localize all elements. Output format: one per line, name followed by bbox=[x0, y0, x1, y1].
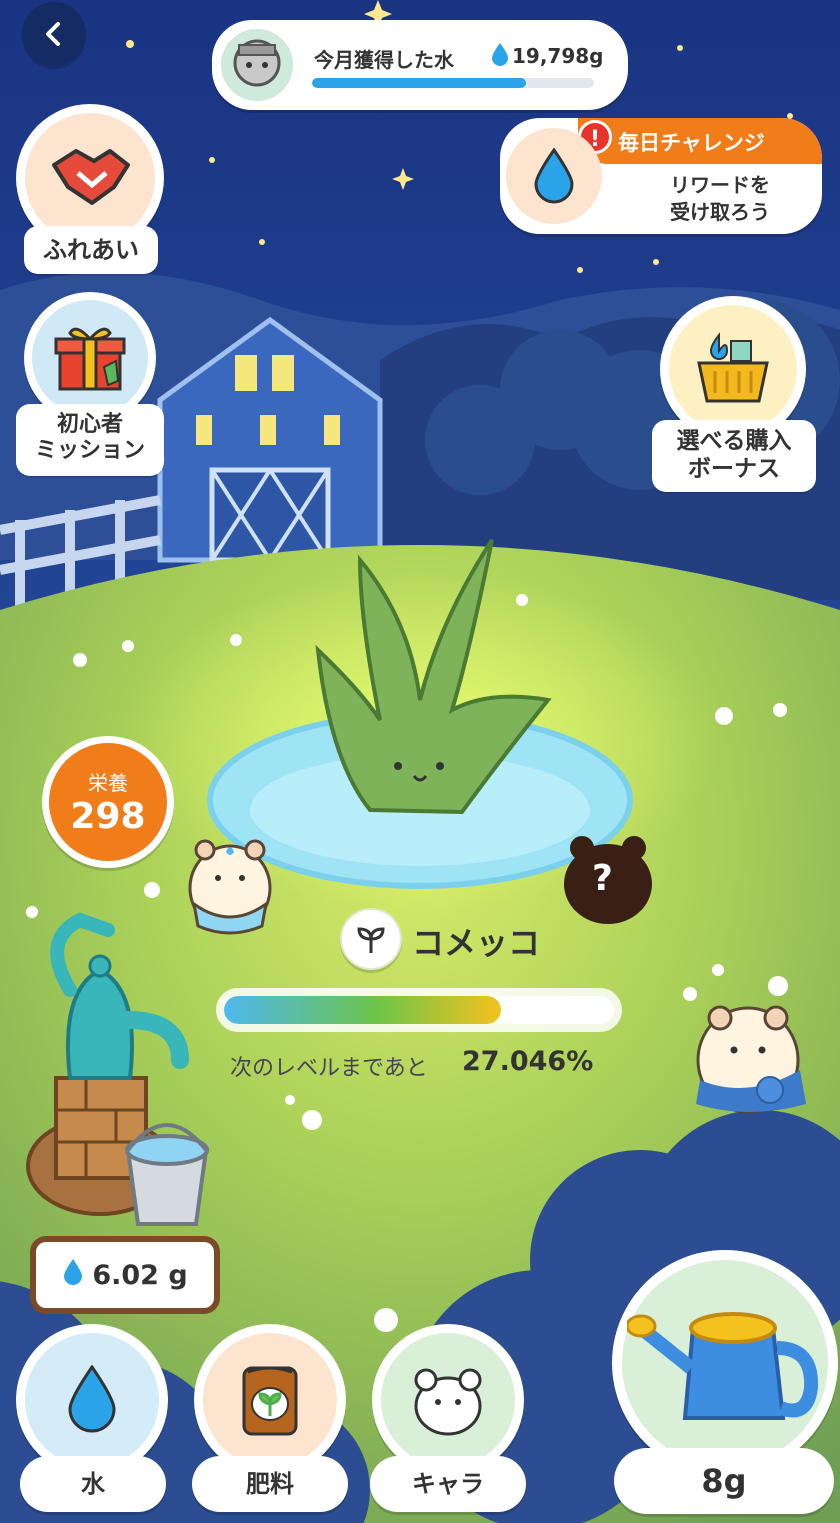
watering-can-icon bbox=[622, 1260, 828, 1466]
purchase-bonus-label-line2: ボーナス bbox=[688, 455, 780, 482]
gift-box-icon bbox=[32, 300, 148, 416]
water-stock-value: 6.02 g bbox=[92, 1259, 188, 1291]
water-drop-icon bbox=[62, 1258, 84, 1293]
nutrition-value: 298 bbox=[70, 796, 146, 837]
daily-challenge-text-line1: リワードを bbox=[670, 173, 770, 197]
water-drop-icon bbox=[25, 1333, 159, 1467]
daily-challenge-panel[interactable]: 毎日チャレンジ ! リワードを 受け取ろう bbox=[500, 118, 822, 234]
monthly-water-progress-bar bbox=[312, 78, 594, 88]
water-button-label[interactable]: 水 bbox=[20, 1456, 166, 1512]
fertilizer-bag-icon bbox=[203, 1333, 337, 1467]
level-progress-track bbox=[224, 996, 614, 1024]
chevron-left-icon bbox=[46, 22, 60, 46]
water-stock-inner: 6.02 g bbox=[36, 1242, 214, 1308]
purchase-bonus-label-line1: 選べる購入 bbox=[676, 428, 792, 454]
water-drop-icon bbox=[490, 42, 510, 70]
water-drop-icon bbox=[506, 128, 602, 224]
unknown-character-mark[interactable]: ? bbox=[592, 858, 613, 899]
nutrition-badge-inner: 栄養 298 bbox=[49, 743, 167, 861]
fertilizer-button-label[interactable]: 肥料 bbox=[192, 1456, 348, 1512]
monthly-water-progress-fill bbox=[312, 78, 527, 88]
level-remaining-percent: 27.046% bbox=[462, 1046, 594, 1077]
character-button[interactable] bbox=[372, 1324, 524, 1476]
monthly-water-panel[interactable]: 今月獲得した水 19,798g bbox=[212, 20, 628, 110]
back-button[interactable] bbox=[22, 2, 86, 66]
level-progress-bar bbox=[216, 988, 622, 1032]
hamster-icon bbox=[381, 1333, 515, 1467]
fertilizer-button[interactable] bbox=[194, 1324, 346, 1476]
fureai-label: ふれあい bbox=[24, 226, 158, 274]
daily-challenge-text: リワードを 受け取ろう bbox=[630, 172, 810, 226]
daily-challenge-text-line2: 受け取ろう bbox=[670, 200, 770, 224]
beginner-mission-label-line2: ミッション bbox=[34, 438, 145, 464]
water-stock-tag: 6.02 g bbox=[30, 1236, 220, 1314]
daily-challenge-title: 毎日チャレンジ bbox=[578, 118, 822, 164]
monthly-water-title: 今月獲得した水 bbox=[314, 48, 454, 72]
shopping-basket-icon bbox=[669, 305, 797, 433]
plant-name: コメッコ bbox=[412, 924, 541, 962]
beginner-mission-label: 初心者 ミッション bbox=[16, 404, 164, 476]
beginner-mission-label-line1: 初心者 bbox=[56, 412, 123, 437]
nutrition-label: 栄養 bbox=[88, 771, 128, 795]
watering-amount-label[interactable]: 8g bbox=[614, 1448, 834, 1514]
water-button[interactable] bbox=[16, 1324, 168, 1476]
level-remaining-text: 次のレベルまであと bbox=[230, 1056, 428, 1081]
watering-can-button[interactable] bbox=[612, 1250, 838, 1476]
hamster-left bbox=[188, 839, 272, 935]
purchase-bonus-label: 選べる購入 ボーナス bbox=[652, 420, 816, 492]
level-progress-fill bbox=[224, 996, 501, 1024]
handshake-icon bbox=[25, 113, 155, 243]
player-avatar bbox=[216, 24, 298, 106]
nutrition-badge[interactable]: 栄養 298 bbox=[42, 736, 174, 868]
sprout-icon bbox=[340, 908, 402, 970]
character-button-label[interactable]: キャラ bbox=[370, 1456, 526, 1512]
monthly-water-amount: 19,798g bbox=[512, 44, 604, 68]
